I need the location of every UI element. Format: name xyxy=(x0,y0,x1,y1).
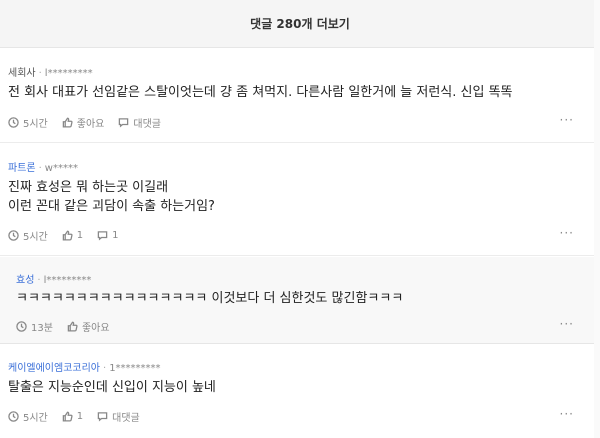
scrollbar[interactable] xyxy=(594,0,600,438)
comment-meta: 케이엘에이엠코코리아 · 1********* xyxy=(8,363,161,374)
thumbs-up-icon xyxy=(62,117,73,128)
user-id: 1********* xyxy=(109,363,161,374)
more-options-button[interactable]: ··· xyxy=(560,226,574,240)
user-id: l********* xyxy=(43,275,92,286)
comment-body: ㅋㅋㅋㅋㅋㅋㅋㅋㅋㅋㅋㅋㅋㅋㅋㅋ 이것보다 더 심한것도 많긴함ㅋㅋㅋ xyxy=(16,289,403,308)
reply-button[interactable]: 대댓글 xyxy=(118,115,161,130)
thumbs-up-icon xyxy=(67,321,78,332)
time-stamp: 5시간 xyxy=(8,115,48,130)
comment-line: 진짜 효성은 뭐 하는곳 이길래 xyxy=(8,180,169,195)
more-options-button[interactable]: ··· xyxy=(560,407,574,421)
comment-line: 전 회사 대표가 선임같은 스탈이엇는데 걍 좀 쳐먹지. 다른사람 일한거에 … xyxy=(8,85,513,100)
comment-actions: 5시간 1 대댓글 xyxy=(8,409,154,424)
speech-bubble-icon xyxy=(97,412,108,422)
comment-actions: 5시간 1 1 xyxy=(8,228,133,243)
comment-meta: 세회사 · l********* xyxy=(8,68,93,79)
company-name[interactable]: 세회사 xyxy=(8,68,36,79)
comment-body: 전 회사 대표가 선임같은 스탈이엇는데 걍 좀 쳐먹지. 다른사람 일한거에 … xyxy=(8,83,513,102)
like-button[interactable]: 1 xyxy=(62,230,83,241)
time-stamp: 5시간 xyxy=(8,409,48,424)
comment-body: 탈출은 지능순인데 신입이 지능이 높네 xyxy=(8,378,216,397)
time-stamp: 13분 xyxy=(16,319,53,334)
like-button[interactable]: 좋아요 xyxy=(67,319,110,334)
like-button[interactable]: 1 xyxy=(62,411,83,422)
more-comments-label: 댓글 280개 더보기 xyxy=(250,17,350,31)
clock-icon xyxy=(8,411,19,422)
comment-line: 탈출은 지능순인데 신입이 지능이 높네 xyxy=(8,380,216,395)
comment-meta: 파트론 · w***** xyxy=(8,163,78,174)
more-options-button[interactable]: ··· xyxy=(560,113,574,127)
thumbs-up-icon xyxy=(62,230,73,241)
speech-bubble-icon xyxy=(97,231,108,241)
more-comments-button[interactable]: 댓글 280개 더보기 xyxy=(0,0,600,48)
reply-button[interactable]: 1 xyxy=(97,230,119,241)
company-name[interactable]: 효성 xyxy=(16,275,34,286)
reply-item: 효성 · l********* ㅋㅋㅋㅋㅋㅋㅋㅋㅋㅋㅋㅋㅋㅋㅋㅋ 이것보다 더 심한… xyxy=(0,257,600,344)
comment-meta: 효성 · l********* xyxy=(16,275,92,286)
comment-line: ㅋㅋㅋㅋㅋㅋㅋㅋㅋㅋㅋㅋㅋㅋㅋㅋ 이것보다 더 심한것도 많긴함ㅋㅋㅋ xyxy=(16,291,404,306)
comment-body: 진짜 효성은 뭐 하는곳 이길래 이런 꼰대 같은 괴담이 속출 하는거임? xyxy=(8,178,215,216)
like-button[interactable]: 좋아요 xyxy=(62,115,104,130)
reply-button[interactable]: 대댓글 xyxy=(97,409,140,424)
comment-line: 이런 꼰대 같은 괴담이 속출 하는거임? xyxy=(8,199,215,214)
comment-actions: 13분 좋아요 xyxy=(16,319,124,334)
comment-item: 케이엘에이엠코코리아 · 1********* 탈출은 지능순인데 신입이 지능이 … xyxy=(0,345,600,438)
clock-icon xyxy=(8,117,19,128)
clock-icon xyxy=(8,230,19,241)
time-stamp: 5시간 xyxy=(8,228,48,243)
clock-icon xyxy=(16,321,27,332)
more-options-button[interactable]: ··· xyxy=(560,317,574,331)
company-name[interactable]: 케이엘에이엠코코리아 xyxy=(8,363,100,374)
user-id: l********* xyxy=(44,68,93,79)
comment-actions: 5시간 좋아요 대댓글 xyxy=(8,115,175,130)
user-id: w***** xyxy=(44,163,78,174)
thumbs-up-icon xyxy=(62,411,73,422)
comment-item: 파트론 · w***** 진짜 효성은 뭐 하는곳 이길래 이런 꼰대 같은 괴담이… xyxy=(0,144,600,256)
company-name[interactable]: 파트론 xyxy=(8,163,36,174)
comment-item: 세회사 · l********* 전 회사 대표가 선임같은 스탈이엇는데 걍 좀 … xyxy=(0,49,600,143)
speech-bubble-icon xyxy=(119,118,129,128)
